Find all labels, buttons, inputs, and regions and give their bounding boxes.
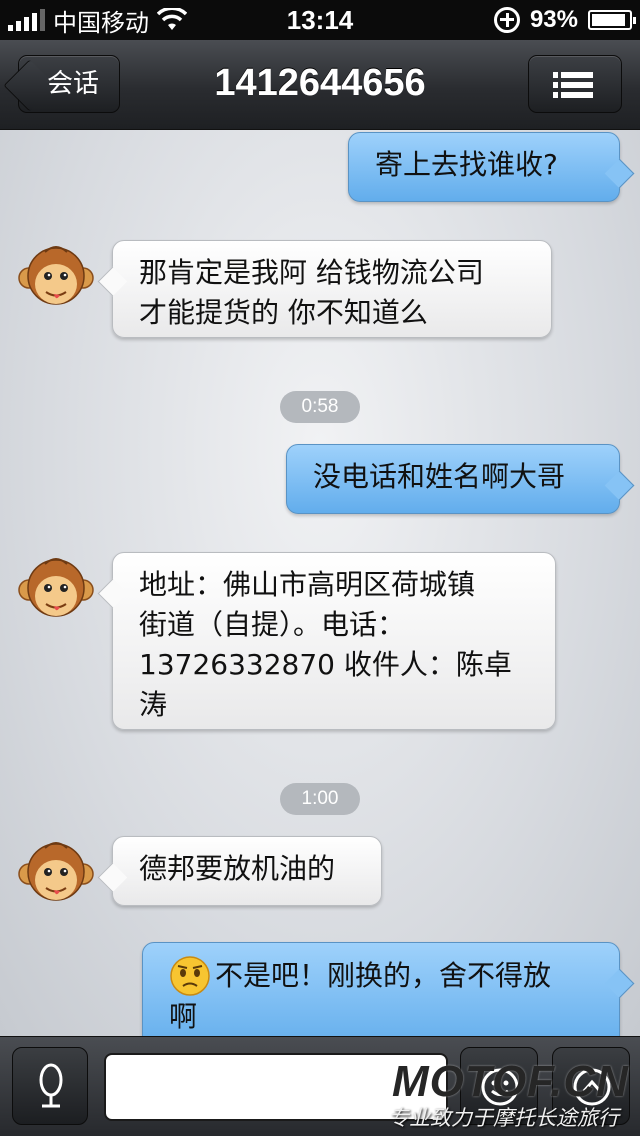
monkey-avatar-icon[interactable] xyxy=(18,550,94,626)
chat-area[interactable]: 寄上去找谁收? 那肯定是我阿 给钱物流公司 才能提货的 你不知道么 0:58 没… xyxy=(0,130,640,1036)
chevron-up-icon xyxy=(573,1068,611,1106)
message-bubble-in[interactable]: 那肯定是我阿 给钱物流公司 才能提货的 你不知道么 xyxy=(112,240,552,338)
battery-fill xyxy=(592,14,625,26)
battery-percent: 93% xyxy=(529,6,578,33)
battery-icon xyxy=(588,10,636,30)
smiley-icon xyxy=(481,1068,519,1106)
message-input[interactable] xyxy=(104,1053,448,1121)
message-line: 没电话和姓名啊大哥 xyxy=(313,460,566,493)
message-line: 13726332870 收件人：陈卓 xyxy=(139,648,512,681)
input-bar xyxy=(0,1036,640,1136)
status-bar: 中国移动 13:14 93% xyxy=(0,0,640,40)
timestamp-badge: 0:58 xyxy=(280,391,360,423)
timestamp-badge: 1:00 xyxy=(280,783,360,815)
message-line: 寄上去找谁收? xyxy=(375,148,558,181)
monkey-avatar-icon[interactable] xyxy=(18,238,94,314)
emoji-button[interactable] xyxy=(460,1047,538,1125)
rotation-lock-icon xyxy=(493,7,520,33)
status-right: 93% xyxy=(493,4,636,36)
list-icon[interactable] xyxy=(528,55,622,113)
monkey-avatar-icon[interactable] xyxy=(18,834,94,910)
message-line: 才能提货的 你不知道么 xyxy=(139,296,428,329)
back-button-label: 会话 xyxy=(47,69,100,99)
nav-bar: 会话 1412644656 xyxy=(0,40,640,130)
message-line: 涛 xyxy=(139,688,168,721)
message-line: 那肯定是我阿 给钱物流公司 xyxy=(139,256,484,289)
message-bubble-in[interactable]: 地址：佛山市高明区荷城镇 街道（自提）。电话： 13726332870 收件人：… xyxy=(112,552,556,730)
message-bubble-in[interactable]: 德邦要放机油的 xyxy=(112,836,382,906)
message-bubble-out[interactable]: 没电话和姓名啊大哥 xyxy=(286,444,620,514)
message-bubble-out[interactable]: 寄上去找谁收? xyxy=(348,132,620,202)
message-line: 地址：佛山市高明区荷城镇 xyxy=(139,568,476,601)
message-line: 不是吧！刚换的，舍不得放 xyxy=(215,959,552,992)
voice-button[interactable] xyxy=(12,1047,88,1125)
message-bubble-out[interactable]: 不是吧！刚换的，舍不得放 啊 xyxy=(142,942,620,1036)
message-line-with-emoji: 不是吧！刚换的，舍不得放 xyxy=(169,955,593,997)
message-line: 德邦要放机油的 xyxy=(139,852,336,885)
message-line: 街道（自提）。电话： xyxy=(139,608,406,641)
message-line: 啊 xyxy=(169,1000,198,1033)
worried-face-emoji xyxy=(170,956,210,996)
microphone-icon xyxy=(39,1063,63,1108)
more-button[interactable] xyxy=(552,1047,630,1125)
